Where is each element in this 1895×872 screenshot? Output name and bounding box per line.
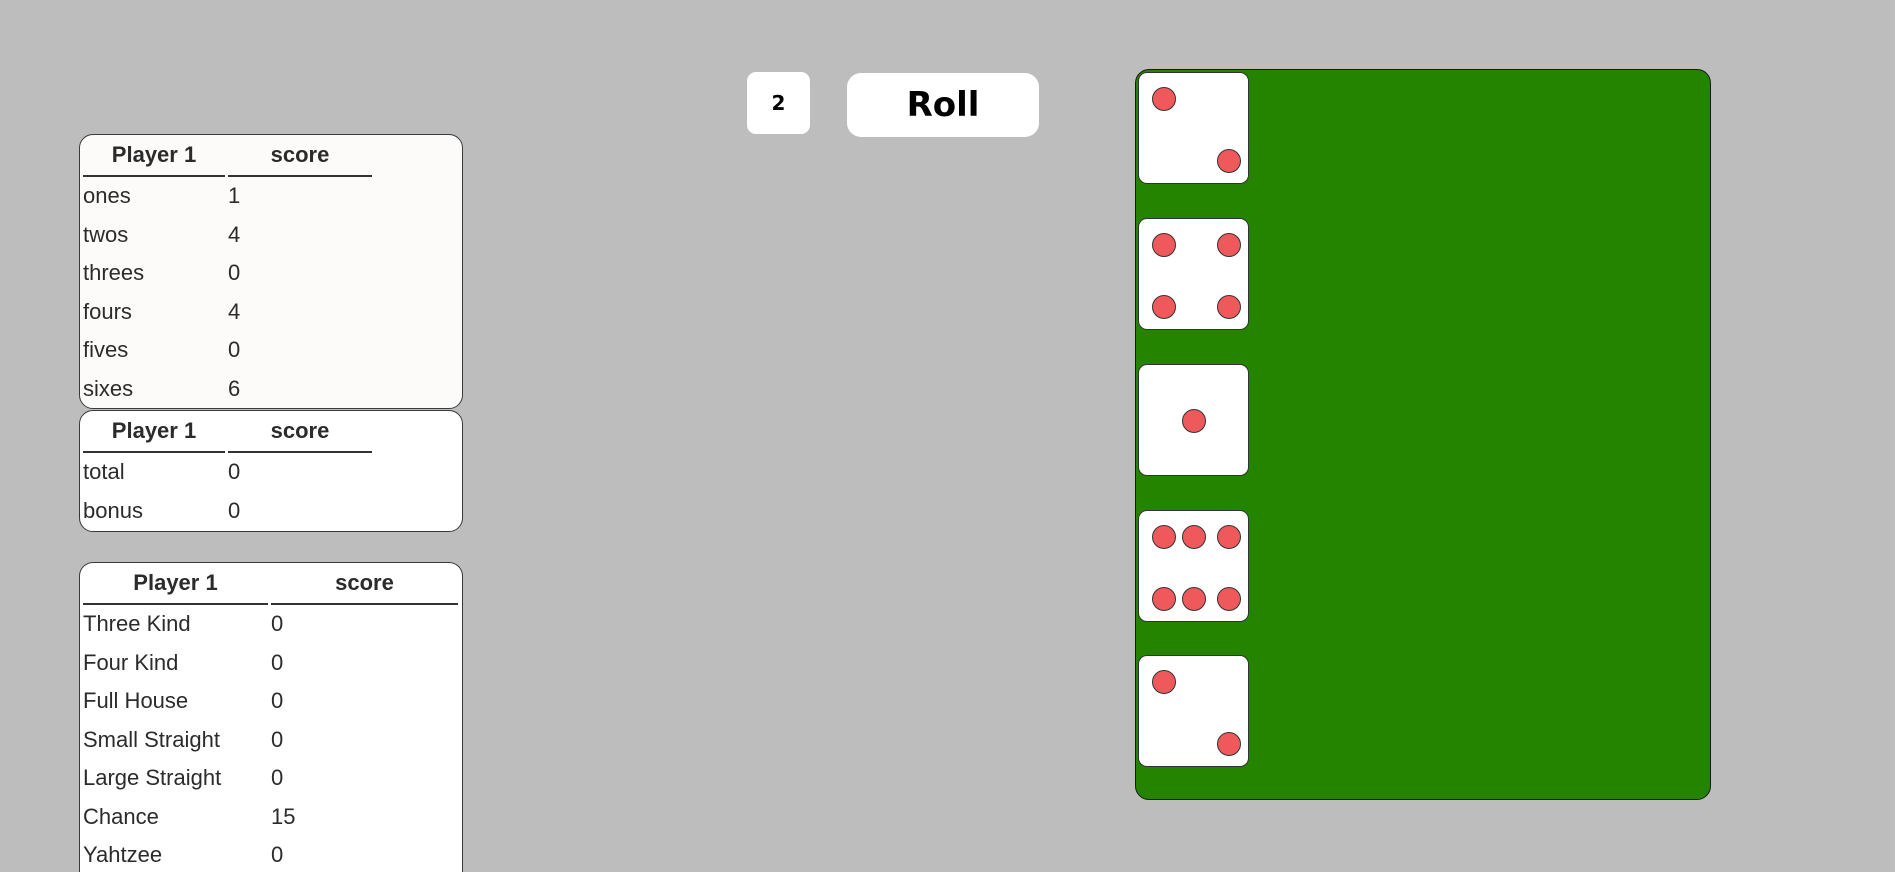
die-pip bbox=[1152, 525, 1176, 549]
category-score: 1 bbox=[228, 183, 241, 209]
category-label: Full House bbox=[83, 688, 189, 714]
score-column-header: score bbox=[271, 563, 458, 605]
category-label: sixes bbox=[83, 375, 134, 401]
die-pip bbox=[1217, 525, 1241, 549]
die-pip bbox=[1152, 670, 1176, 694]
player-column-header: Player 1 bbox=[83, 563, 268, 605]
category-score: 0 bbox=[271, 611, 284, 637]
category-score: 0 bbox=[271, 649, 284, 675]
die-5-showing-two[interactable] bbox=[1138, 655, 1249, 767]
category-score: 15 bbox=[271, 803, 296, 829]
score-column-header: score bbox=[228, 135, 372, 177]
category-score: 0 bbox=[228, 459, 241, 485]
category-score: 6 bbox=[228, 375, 241, 401]
die-pip bbox=[1217, 732, 1241, 756]
score-row-ones[interactable]: ones 1 bbox=[83, 177, 372, 216]
score-row-total: total 0 bbox=[83, 453, 372, 492]
score-row-fives[interactable]: fives 0 bbox=[83, 331, 372, 370]
category-label: Yahtzee bbox=[83, 842, 163, 868]
score-row-chance[interactable]: Chance 15 bbox=[83, 798, 458, 837]
totals-table: Player 1 score total 0 bonus 0 bbox=[80, 411, 375, 530]
score-row-small-straight[interactable]: Small Straight 0 bbox=[83, 721, 458, 760]
lower-section-table: Player 1 score Three Kind 0 Four Kind 0 Fu… bbox=[80, 563, 461, 872]
score-row-full-house[interactable]: Full House 0 bbox=[83, 682, 458, 721]
upper-section-table: Player 1 score ones 1 twos 4 threes 0 fours… bbox=[80, 135, 375, 408]
score-row-fours[interactable]: fours 4 bbox=[83, 293, 372, 332]
category-label: bonus bbox=[83, 497, 143, 523]
category-label: ones bbox=[83, 183, 131, 209]
die-pip bbox=[1152, 87, 1176, 111]
category-score: 0 bbox=[271, 842, 284, 868]
rolls-counter: 2 bbox=[747, 72, 810, 134]
roll-button[interactable]: Roll bbox=[847, 73, 1039, 137]
category-label: fives bbox=[83, 337, 129, 363]
category-label: Chance bbox=[83, 803, 159, 829]
category-score: 0 bbox=[228, 497, 241, 523]
category-label: total bbox=[83, 459, 125, 485]
category-label: Three Kind bbox=[83, 611, 191, 637]
die-pip bbox=[1182, 525, 1206, 549]
category-score: 0 bbox=[271, 688, 284, 714]
category-label: twos bbox=[83, 221, 129, 247]
die-1-showing-two[interactable] bbox=[1138, 72, 1249, 184]
die-pip bbox=[1152, 233, 1176, 257]
category-score: 0 bbox=[271, 726, 284, 752]
dice-tray bbox=[1135, 69, 1711, 800]
score-row-sixes[interactable]: sixes 6 bbox=[83, 370, 372, 409]
score-row-threes[interactable]: threes 0 bbox=[83, 254, 372, 293]
die-pip bbox=[1217, 149, 1241, 173]
score-row-large-straight[interactable]: Large Straight 0 bbox=[83, 759, 458, 798]
category-label: Large Straight bbox=[83, 765, 222, 791]
category-score: 0 bbox=[228, 337, 241, 363]
category-label: threes bbox=[83, 260, 145, 286]
die-4-showing-six[interactable] bbox=[1138, 510, 1249, 622]
score-row-yahtzee[interactable]: Yahtzee 0 bbox=[83, 836, 458, 872]
die-pip bbox=[1217, 233, 1241, 257]
player-column-header: Player 1 bbox=[83, 411, 225, 453]
score-row-four-kind[interactable]: Four Kind 0 bbox=[83, 644, 458, 683]
category-score: 4 bbox=[228, 221, 241, 247]
score-row-twos[interactable]: twos 4 bbox=[83, 216, 372, 255]
lower-section-scorecard: Player 1 score Three Kind 0 Four Kind 0 Fu… bbox=[79, 562, 463, 872]
category-score: 0 bbox=[228, 260, 241, 286]
category-label: Small Straight bbox=[83, 726, 220, 752]
category-label: Four Kind bbox=[83, 649, 179, 675]
die-pip bbox=[1152, 587, 1176, 611]
die-3-showing-one[interactable] bbox=[1138, 364, 1249, 476]
totals-scorecard: Player 1 score total 0 bonus 0 bbox=[79, 410, 463, 532]
die-pip bbox=[1182, 587, 1206, 611]
score-row-three-kind[interactable]: Three Kind 0 bbox=[83, 605, 458, 644]
die-pip bbox=[1217, 587, 1241, 611]
die-2-showing-four[interactable] bbox=[1138, 218, 1249, 330]
category-score: 4 bbox=[228, 298, 241, 324]
score-row-bonus: bonus 0 bbox=[83, 492, 372, 531]
upper-section-scorecard: Player 1 score ones 1 twos 4 threes 0 fours… bbox=[79, 134, 463, 409]
die-pip bbox=[1152, 295, 1176, 319]
category-label: fours bbox=[83, 298, 132, 324]
score-column-header: score bbox=[228, 411, 372, 453]
category-score: 0 bbox=[271, 765, 284, 791]
die-pip bbox=[1182, 409, 1206, 433]
die-pip bbox=[1217, 295, 1241, 319]
player-column-header: Player 1 bbox=[83, 135, 225, 177]
